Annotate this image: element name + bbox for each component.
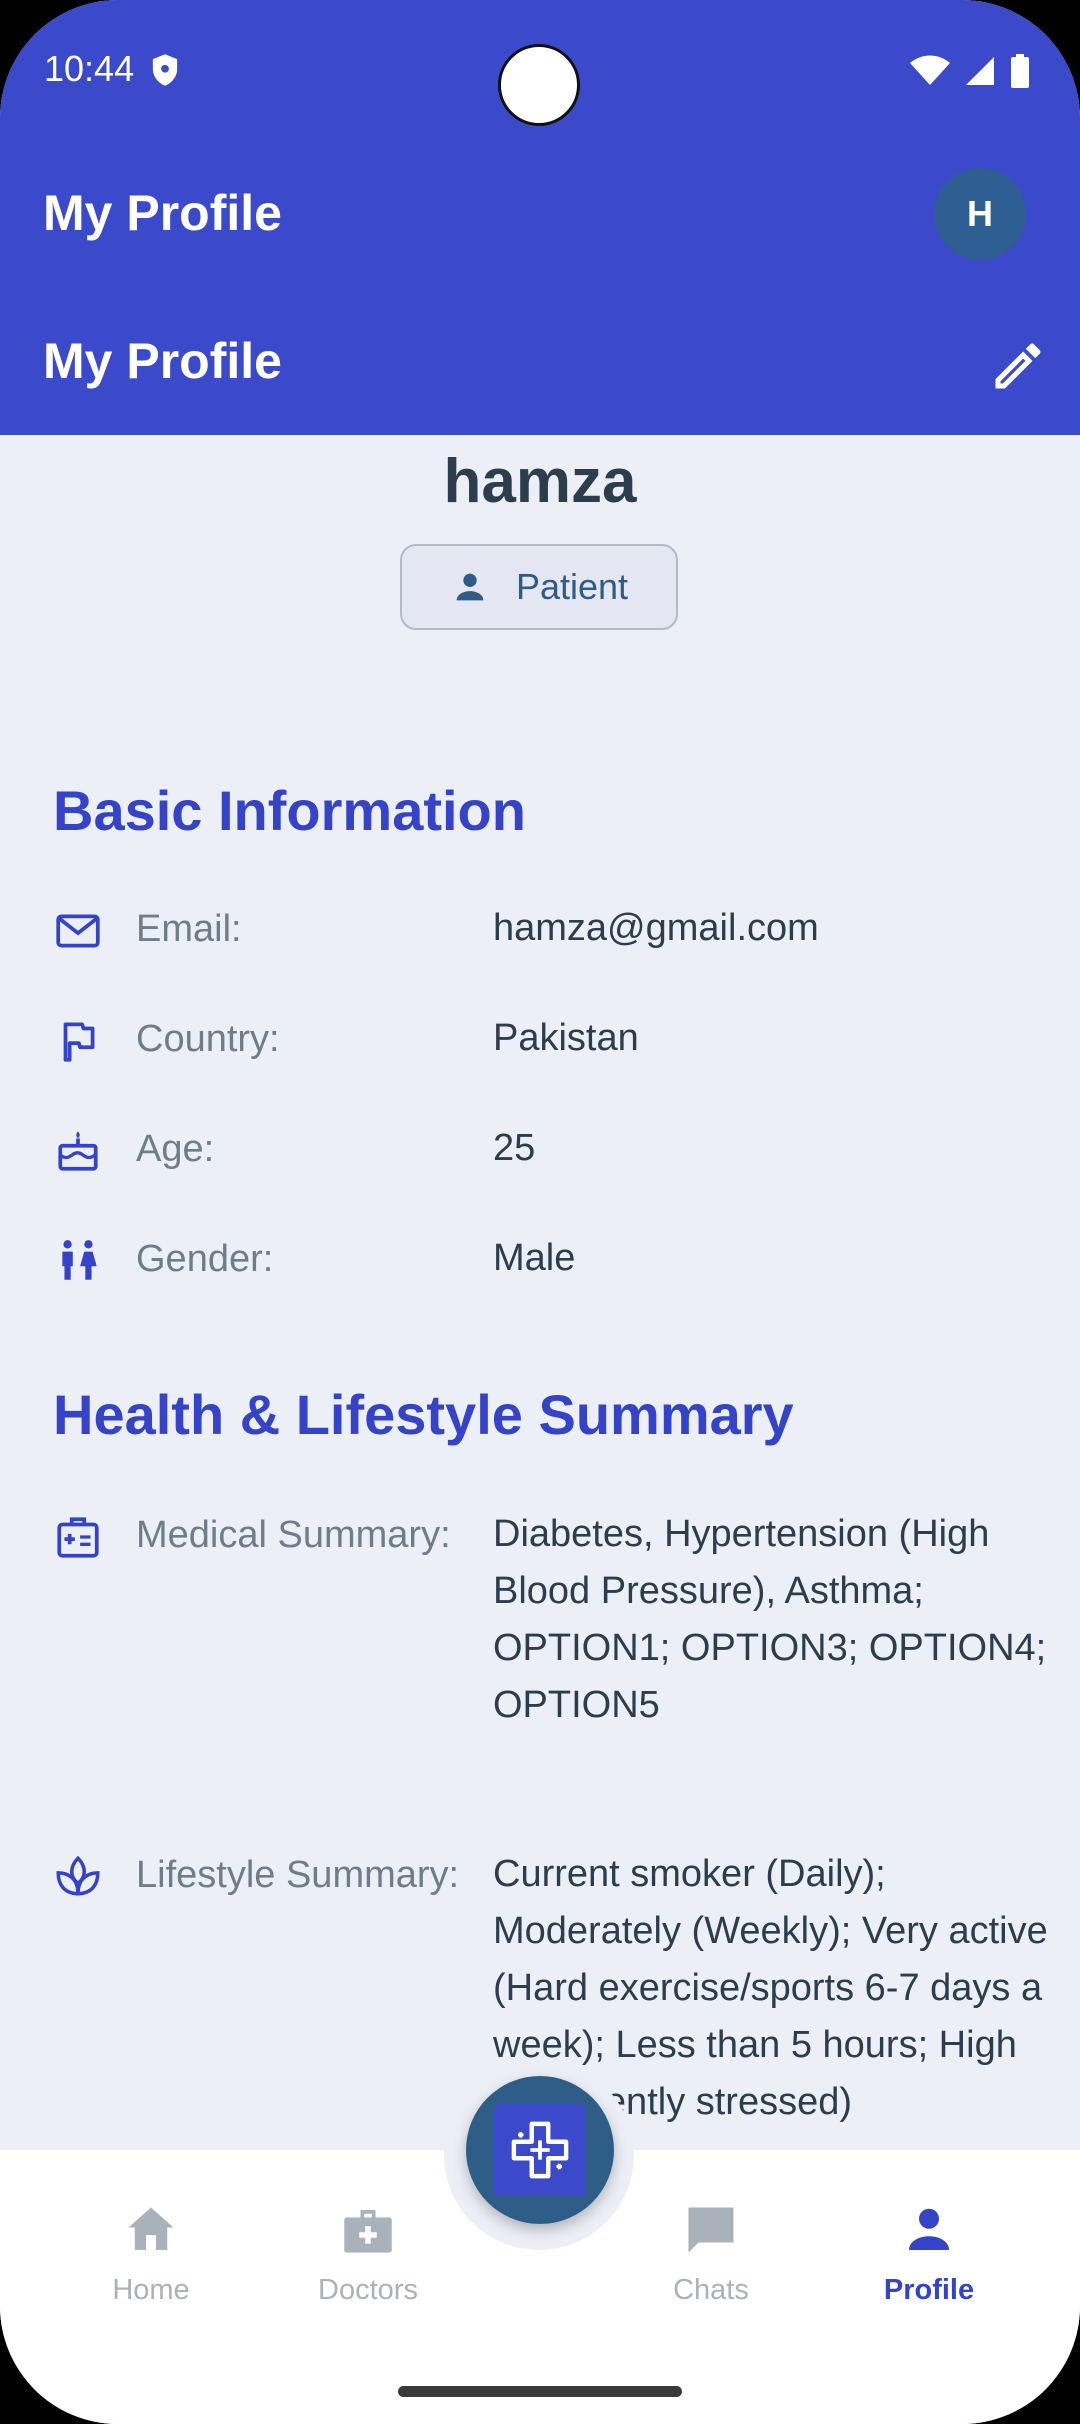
role-label: Patient xyxy=(515,566,629,607)
medical-cross-sparkle-icon xyxy=(511,2121,569,2179)
profile-username: hamza xyxy=(443,447,637,516)
camera-cutout xyxy=(498,44,580,126)
app-title: My Profile xyxy=(43,185,282,241)
medical-summary-label: Medical Summary: xyxy=(136,1514,451,1556)
chat-icon xyxy=(688,2207,734,2253)
health-heading: Health & Lifestyle Summary xyxy=(53,1383,794,1446)
gender-icon xyxy=(62,1240,97,1280)
home-icon xyxy=(128,2207,174,2250)
country-value: Pakistan xyxy=(493,1017,639,1059)
email-value: hamza@gmail.com xyxy=(493,907,819,949)
age-label: Age: xyxy=(136,1128,215,1170)
page-title: My Profile xyxy=(43,333,282,389)
avatar[interactable]: H xyxy=(934,168,1026,260)
phone-screen: 10:44 My Profile H My Profile hamza Pati… xyxy=(0,0,1080,2424)
person-icon xyxy=(909,2208,949,2250)
cake-icon xyxy=(58,1131,98,1171)
fab-inner xyxy=(494,2104,586,2196)
basic-info-heading: Basic Information xyxy=(53,779,526,842)
health-assistant-fab[interactable] xyxy=(466,2076,614,2224)
nav-item-chats[interactable]: Chats xyxy=(611,2200,811,2307)
status-time: 10:44 xyxy=(44,48,135,89)
nav-label-profile: Profile xyxy=(883,2274,975,2306)
age-value: 25 xyxy=(493,1127,536,1169)
medical-card-icon xyxy=(57,1517,99,1558)
gender-label: Gender: xyxy=(136,1238,274,1280)
top-app-bar: 10:44 My Profile H My Profile xyxy=(0,0,1080,435)
nav-label-home: Home xyxy=(112,2274,190,2306)
email-label: Email: xyxy=(136,908,242,950)
person-icon xyxy=(456,573,484,601)
status-icons xyxy=(910,54,1030,88)
shield-icon xyxy=(152,54,178,86)
flag-icon xyxy=(63,1022,95,1062)
medical-summary-value: Diabetes, Hypertension (High Blood Press… xyxy=(493,1513,1047,1726)
nav-item-profile[interactable]: Profile xyxy=(829,2200,1029,2307)
signal-icon xyxy=(966,57,994,85)
spa-icon xyxy=(56,1855,100,1896)
lifestyle-summary-label: Lifestyle Summary: xyxy=(136,1854,460,1896)
gender-value: Male xyxy=(493,1237,576,1279)
role-chip: Patient xyxy=(400,544,678,630)
nav-item-home[interactable]: Home xyxy=(51,2200,251,2307)
nav-item-doctors[interactable]: Doctors xyxy=(268,2200,468,2307)
nav-label-chats: Chats xyxy=(673,2274,749,2306)
gesture-home-indicator[interactable] xyxy=(398,2386,682,2397)
country-label: Country: xyxy=(136,1018,280,1060)
edit-icon[interactable] xyxy=(988,336,1048,396)
medical-bag-icon xyxy=(344,2210,392,2253)
nav-label-doctors: Doctors xyxy=(318,2274,418,2306)
battery-icon xyxy=(1011,54,1029,88)
mail-icon xyxy=(56,914,100,948)
wifi-icon xyxy=(910,55,950,85)
